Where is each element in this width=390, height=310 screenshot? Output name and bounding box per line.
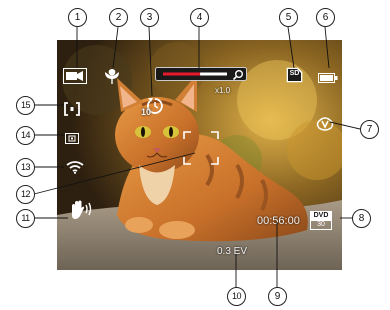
callout-12: 12 <box>16 185 35 204</box>
callout-11: 11 <box>16 209 35 228</box>
callout-8: 8 <box>352 209 371 228</box>
callout-9: 9 <box>268 287 287 306</box>
callout-15: 15 <box>16 96 35 115</box>
callout-3: 3 <box>140 8 159 27</box>
callout-14: 14 <box>16 126 35 145</box>
callout-10: 10 <box>227 287 246 306</box>
callout-7: 7 <box>360 120 379 139</box>
callout-leader-lines <box>33 26 361 287</box>
callout-1: 1 <box>68 8 87 27</box>
callout-6: 6 <box>316 8 335 27</box>
callout-4: 4 <box>190 8 209 27</box>
callout-13: 13 <box>16 158 35 177</box>
callout-5: 5 <box>279 8 298 27</box>
callout-2: 2 <box>109 8 128 27</box>
